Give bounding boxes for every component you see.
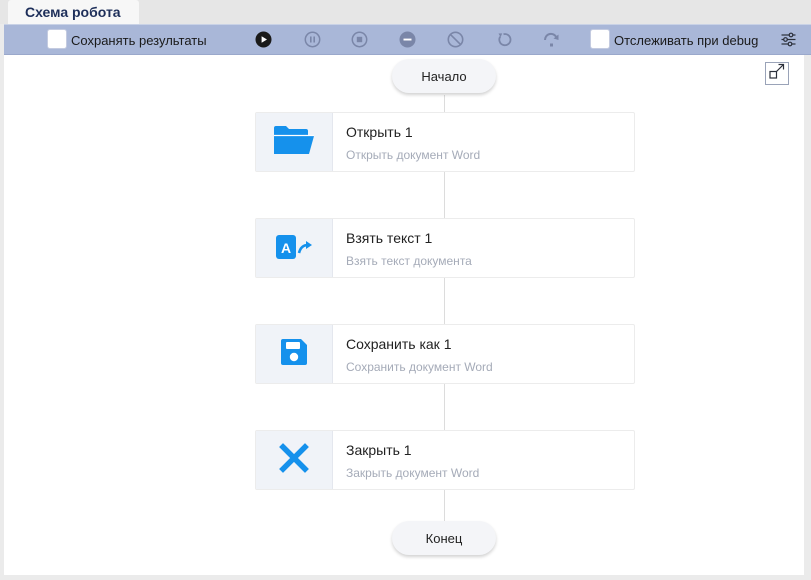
tab-robot-scheme[interactable]: Схема робота xyxy=(8,0,139,24)
block-subtitle: Открыть документ Word xyxy=(346,148,481,162)
redo-icon[interactable] xyxy=(542,30,561,49)
start-label: Начало xyxy=(421,68,467,84)
block-icon[interactable] xyxy=(446,30,465,49)
block-subtitle: Взять текст документа xyxy=(346,254,472,268)
close-icon xyxy=(279,442,309,478)
settings-sliders-icon[interactable] xyxy=(779,30,798,49)
expand-icon xyxy=(769,63,785,84)
block-icon-area xyxy=(256,431,333,489)
minus-circle-icon[interactable] xyxy=(398,30,417,49)
expand-button[interactable] xyxy=(765,62,789,85)
play-icon[interactable] xyxy=(254,30,273,49)
save-results-checkbox[interactable] xyxy=(47,29,67,49)
block-title: Взять текст 1 xyxy=(346,230,433,246)
pause-icon[interactable] xyxy=(303,30,322,49)
start-node[interactable]: Начало xyxy=(392,59,496,93)
tab-strip: Схема робота xyxy=(0,0,811,24)
tab-label: Схема робота xyxy=(25,4,121,20)
block-title: Открыть 1 xyxy=(346,124,413,140)
block-icon-area xyxy=(256,325,333,383)
end-label: Конец xyxy=(425,530,463,546)
save-results-label: Сохранять результаты xyxy=(71,33,207,48)
debug-track-label: Отслеживать при debug xyxy=(614,33,759,48)
toolbar: Сохранять результаты Отслеживать при deb… xyxy=(4,24,811,55)
end-node[interactable]: Конец xyxy=(392,521,496,555)
block-icon-area xyxy=(256,113,333,171)
block-close-document[interactable]: Закрыть 1 Закрыть документ Word xyxy=(255,430,635,490)
debug-track-checkbox[interactable] xyxy=(590,29,610,49)
folder-open-icon xyxy=(273,125,315,160)
block-take-text[interactable]: A Взять текст 1 Взять текст документа xyxy=(255,218,635,278)
block-subtitle: Закрыть документ Word xyxy=(346,466,480,480)
block-icon-area: A xyxy=(256,219,333,277)
block-title: Сохранить как 1 xyxy=(346,336,452,352)
take-text-icon: A xyxy=(275,231,313,266)
block-subtitle: Сохранить документ Word xyxy=(346,360,493,374)
block-save-as[interactable]: Сохранить как 1 Сохранить документ Word xyxy=(255,324,635,384)
undo-icon[interactable] xyxy=(494,30,513,49)
block-open-document[interactable]: Открыть 1 Открыть документ Word xyxy=(255,112,635,172)
save-icon xyxy=(279,337,309,372)
flow-canvas: Начало Открыть 1 Открыть документ Word A xyxy=(4,55,804,575)
block-title: Закрыть 1 xyxy=(346,442,412,458)
stop-icon[interactable] xyxy=(350,30,369,49)
svg-text:A: A xyxy=(281,240,291,256)
